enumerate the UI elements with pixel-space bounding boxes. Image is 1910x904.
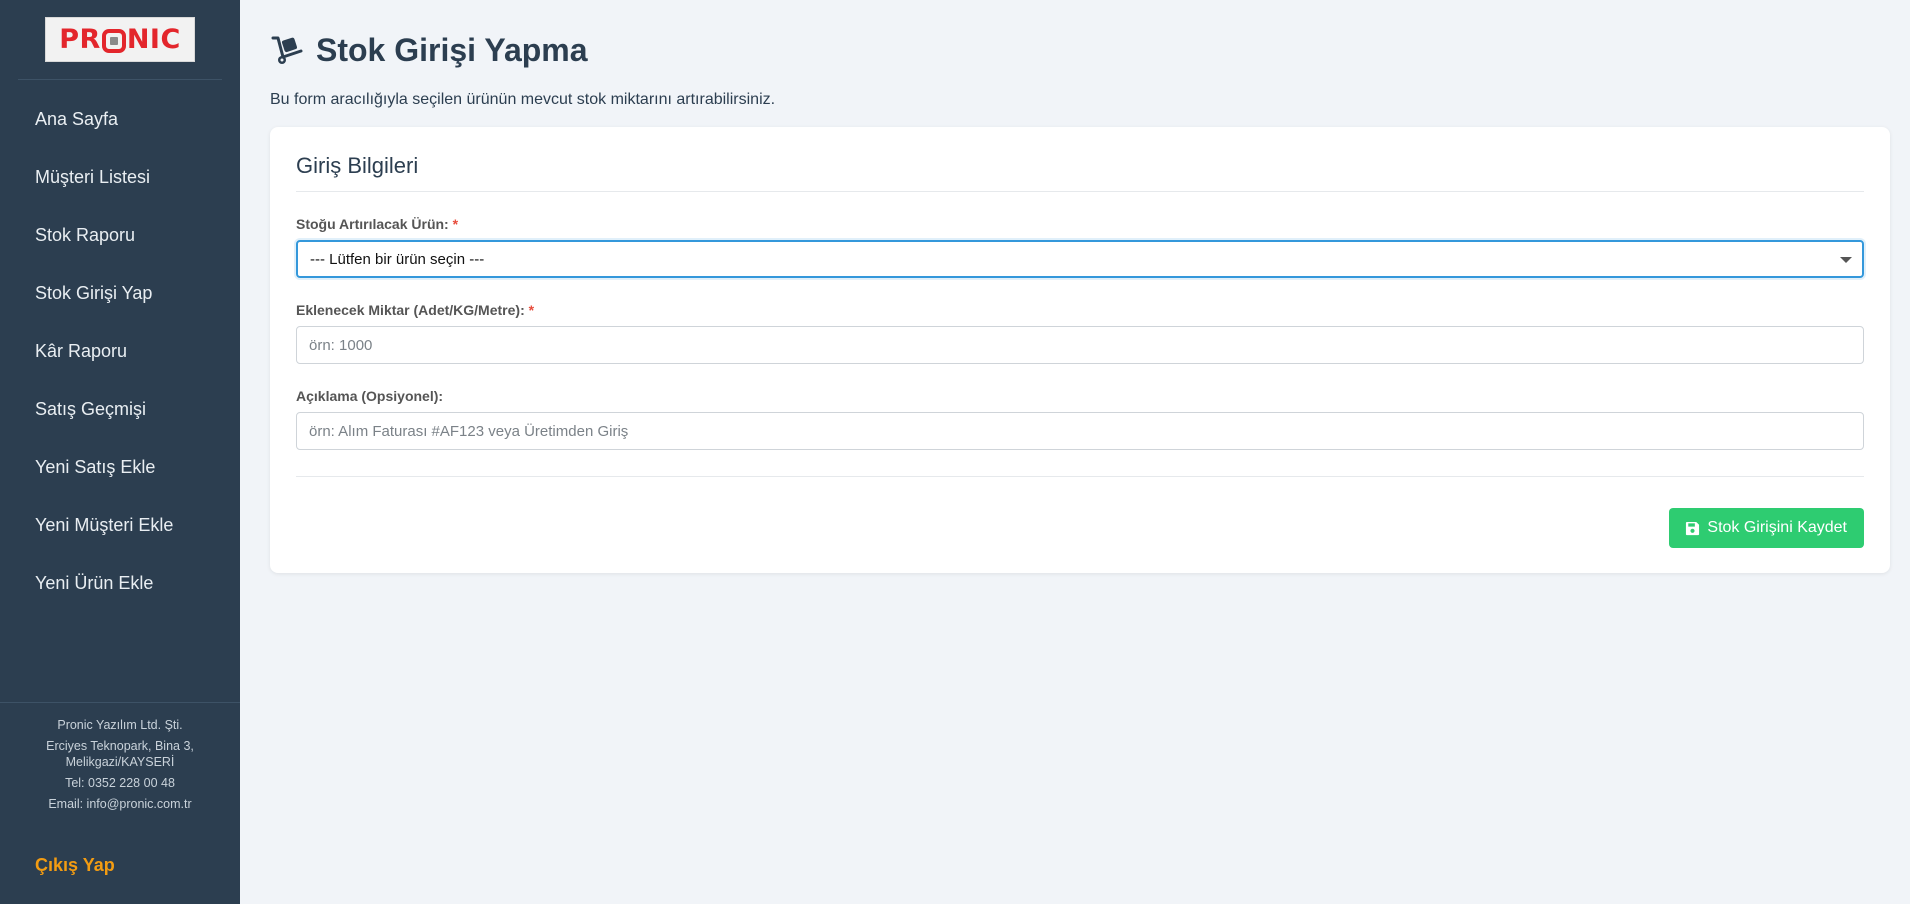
- quantity-input[interactable]: örn: 1000: [296, 326, 1864, 364]
- save-button-label: Stok Girişini Kaydet: [1707, 519, 1847, 536]
- description-input[interactable]: örn: Alım Faturası #AF123 veya Üretimden…: [296, 412, 1864, 450]
- sidebar: PR NIC Ana Sayfa Müşteri Listesi Stok Rap…: [0, 0, 240, 904]
- form-section-title: Giriş Bilgileri: [296, 127, 1864, 192]
- main-content: Stok Girişi Yapma Bu form aracılığıyla s…: [270, 0, 1890, 573]
- form-card: Giriş Bilgileri Stoğu Artırılacak Ürün: …: [270, 127, 1890, 573]
- page-title-text: Stok Girişi Yapma: [316, 31, 588, 68]
- logo-container: PR NIC: [18, 0, 222, 80]
- sidebar-item-stok-girisi-yap[interactable]: Stok Girişi Yap: [0, 264, 240, 322]
- logo-text-start: PR: [59, 24, 101, 55]
- sidebar-item-kar-raporu[interactable]: Kâr Raporu: [0, 322, 240, 380]
- pronic-logo[interactable]: PR NIC: [45, 17, 195, 62]
- page-title: Stok Girişi Yapma: [270, 30, 1890, 70]
- product-select-value: --- Lütfen bir ürün seçin ---: [310, 250, 485, 268]
- save-icon: [1686, 521, 1700, 535]
- product-select[interactable]: --- Lütfen bir ürün seçin ---: [296, 240, 1864, 278]
- description-placeholder: örn: Alım Faturası #AF123 veya Üretimden…: [309, 422, 629, 440]
- company-address: Erciyes Teknopark, Bina 3, Melikgazi/KAY…: [46, 739, 194, 769]
- sidebar-item-ana-sayfa[interactable]: Ana Sayfa: [0, 90, 240, 148]
- chevron-down-icon: [1840, 257, 1852, 263]
- company-email: Email: info@pronic.com.tr: [48, 797, 192, 811]
- sidebar-item-stok-raporu[interactable]: Stok Raporu: [0, 206, 240, 264]
- company-name: Pronic Yazılım Ltd. Şti.: [57, 718, 183, 732]
- required-mark: *: [528, 302, 535, 318]
- quantity-label: Eklenecek Miktar (Adet/KG/Metre): *: [296, 302, 1864, 318]
- logo-o-mark: [101, 28, 126, 53]
- logout-link[interactable]: Çıkış Yap: [35, 855, 115, 876]
- sidebar-item-yeni-satis-ekle[interactable]: Yeni Satış Ekle: [0, 438, 240, 496]
- quantity-label-text: Eklenecek Miktar (Adet/KG/Metre):: [296, 302, 525, 318]
- dolly-icon: [271, 36, 303, 64]
- form-divider: [296, 476, 1864, 477]
- page-subtitle: Bu form aracılığıyla seçilen ürünün mevc…: [270, 91, 776, 108]
- logo-text-end: NIC: [126, 24, 181, 55]
- sidebar-item-musteri-listesi[interactable]: Müşteri Listesi: [0, 148, 240, 206]
- sidebar-footer: Pronic Yazılım Ltd. Şti. Erciyes Teknopa…: [0, 702, 240, 817]
- sidebar-item-yeni-urun-ekle[interactable]: Yeni Ürün Ekle: [0, 554, 240, 612]
- quantity-placeholder: örn: 1000: [309, 336, 373, 354]
- description-label: Açıklama (Opsiyonel):: [296, 388, 444, 404]
- company-phone: Tel: 0352 228 00 48: [65, 776, 175, 790]
- product-label-text: Stoğu Artırılacak Ürün:: [296, 216, 449, 232]
- sidebar-item-yeni-musteri-ekle[interactable]: Yeni Müşteri Ekle: [0, 496, 240, 554]
- save-stock-entry-button[interactable]: Stok Girişini Kaydet: [1669, 508, 1864, 548]
- required-mark: *: [452, 216, 459, 232]
- product-label: Stoğu Artırılacak Ürün: *: [296, 216, 1864, 232]
- sidebar-item-satis-gecmisi[interactable]: Satış Geçmişi: [0, 380, 240, 438]
- sidebar-nav: Ana Sayfa Müşteri Listesi Stok Raporu St…: [0, 90, 240, 612]
